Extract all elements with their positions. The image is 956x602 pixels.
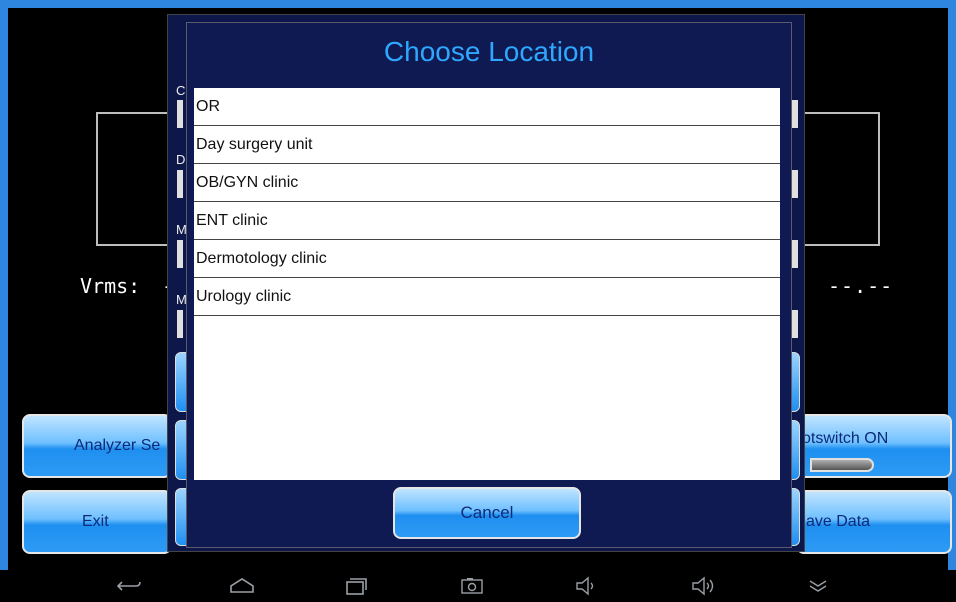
list-item-ent-clinic[interactable]: ENT clinic bbox=[194, 202, 780, 240]
top-accent-bar bbox=[0, 0, 956, 8]
fragment-field bbox=[177, 240, 183, 268]
exit-button[interactable]: Exit bbox=[22, 490, 172, 554]
fragment-field bbox=[177, 310, 183, 338]
recent-apps-icon[interactable] bbox=[342, 576, 370, 601]
list-item-dermotology-clinic[interactable]: Dermotology clinic bbox=[194, 240, 780, 278]
footswitch-label: otswitch ON bbox=[802, 430, 889, 447]
fragment-letter: D bbox=[176, 152, 186, 167]
list-item-urology-clinic[interactable]: Urology clinic bbox=[194, 278, 780, 316]
screenshot-icon[interactable] bbox=[458, 576, 486, 601]
cancel-label: Cancel bbox=[460, 503, 514, 522]
analyzer-settings-button[interactable]: Analyzer Se bbox=[22, 414, 172, 478]
save-data-label: ave Data bbox=[806, 513, 871, 530]
save-data-button[interactable]: ave Data bbox=[796, 490, 952, 554]
fragment-field bbox=[792, 240, 798, 268]
vrms-label: Vrms: bbox=[80, 274, 141, 298]
list-item-day-surgery-unit[interactable]: Day surgery unit bbox=[194, 126, 780, 164]
right-accent-bar bbox=[948, 0, 956, 570]
fragment-field bbox=[792, 100, 798, 128]
volume-up-icon[interactable] bbox=[690, 576, 718, 601]
system-navbar bbox=[0, 570, 956, 602]
dialog-title: Choose Location bbox=[383, 36, 595, 67]
fragment-field bbox=[177, 100, 183, 128]
analyzer-settings-label: Analyzer Se bbox=[74, 437, 161, 454]
fragment-field bbox=[792, 310, 798, 338]
list-item-or[interactable]: OR bbox=[194, 88, 780, 126]
cancel-button[interactable]: Cancel bbox=[393, 487, 581, 539]
list-item-ob-gyn-clinic[interactable]: OB/GYN clinic bbox=[194, 164, 780, 202]
app-frame: Vrms: - --.-- Analyzer Se Exit otswitch … bbox=[0, 0, 956, 602]
back-icon[interactable] bbox=[116, 576, 144, 601]
right-reading: --.-- bbox=[828, 274, 894, 298]
fragment-letter: C bbox=[176, 83, 186, 98]
fragment-field bbox=[792, 170, 798, 198]
location-list: OR Day surgery unit OB/GYN clinic ENT cl… bbox=[194, 88, 780, 480]
home-icon[interactable] bbox=[228, 576, 256, 601]
collapse-icon[interactable] bbox=[804, 576, 832, 601]
volume-down-icon[interactable] bbox=[574, 576, 602, 601]
fragment-field bbox=[177, 170, 183, 198]
left-accent-bar bbox=[0, 0, 8, 570]
exit-label: Exit bbox=[82, 513, 109, 530]
footswitch-toggle[interactable] bbox=[810, 458, 874, 472]
